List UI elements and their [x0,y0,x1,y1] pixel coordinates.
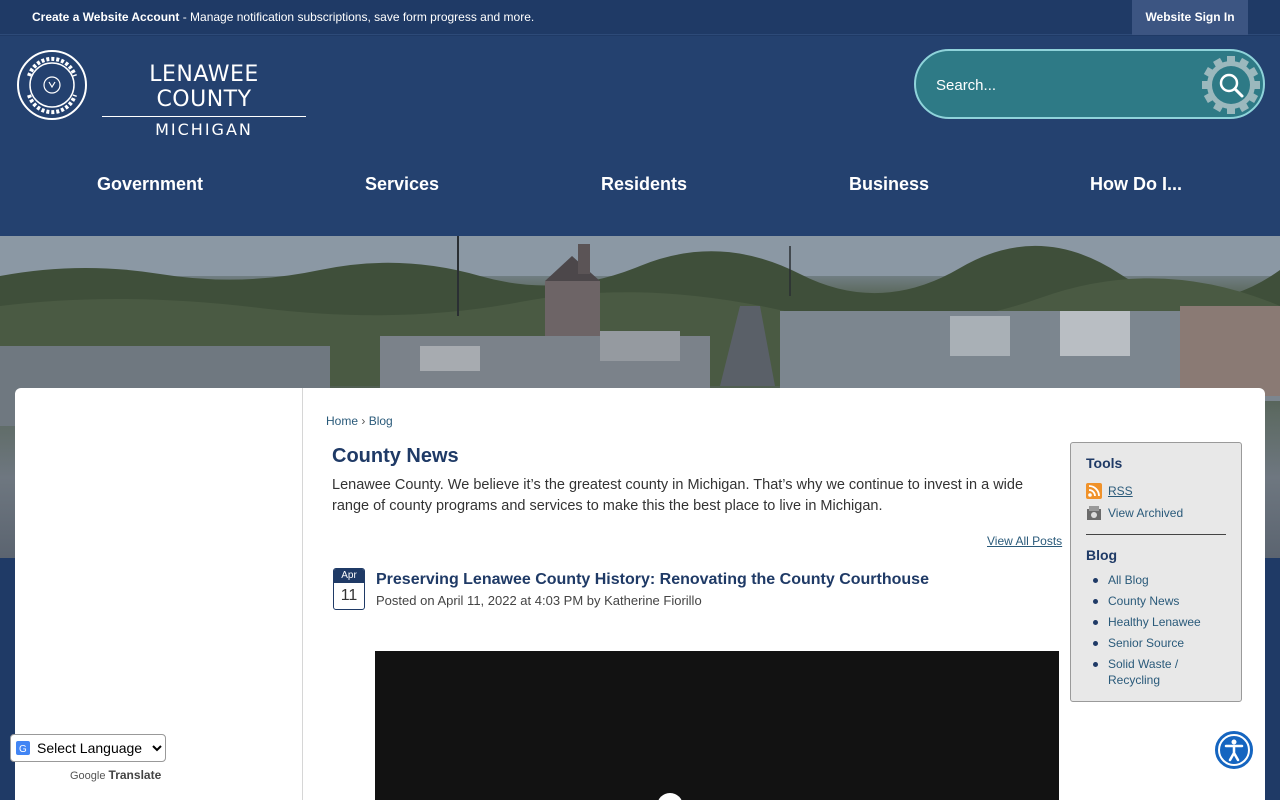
view-archived-link[interactable]: View Archived [1108,506,1183,520]
site-header: LENAWEE COUNTY MICHIGAN Search... Govern… [0,36,1280,236]
create-account-description: - Manage notification subscriptions, sav… [179,10,535,24]
archive-icon[interactable] [1086,505,1102,521]
nav-how-do-i[interactable]: How Do I... [1090,174,1182,195]
nav-government[interactable]: Government [97,174,203,195]
rss-icon[interactable] [1086,483,1102,499]
website-sign-in-button[interactable]: Website Sign In [1132,0,1248,35]
post-date-badge: Apr 11 [333,568,365,610]
logo-county-name: LENAWEE COUNTY [149,62,259,112]
nav-residents[interactable]: Residents [601,174,687,195]
blog-list: All Blog County News Healthy Lenawee Sen… [1093,572,1233,693]
nav-business[interactable]: Business [849,174,929,195]
language-select[interactable]: Select Language [10,734,166,762]
post-meta: Posted on April 11, 2022 at 4:03 PM by K… [376,593,702,608]
accessibility-button[interactable] [1213,729,1255,771]
top-utility-bar: Create a Website Account - Manage notifi… [0,0,1280,35]
county-seal-logo[interactable] [16,49,88,121]
post-title-link[interactable]: Preserving Lenawee County History: Renov… [376,571,929,589]
search-bar [914,49,1265,119]
breadcrumb-separator: › [361,414,366,428]
rss-link[interactable]: RSS [1108,484,1133,498]
search-icon[interactable] [1202,56,1260,114]
blog-link-solid-waste[interactable]: Solid Waste / Recycling [1093,656,1233,688]
powered-google: Google [70,770,106,782]
accessibility-icon [1218,734,1250,766]
nav-services[interactable]: Services [365,174,439,195]
main-content-card: Home › Blog County News Lenawee County. … [15,388,1265,800]
blog-link-county-news[interactable]: County News [1093,593,1233,609]
blog-link-all[interactable]: All Blog [1093,572,1233,588]
logo-divider [102,116,306,117]
main-navigation: Government Services Residents Business H… [0,164,1280,204]
logo-state-name: MICHIGAN [155,120,253,139]
google-translate-icon: G [16,741,30,755]
embedded-video-player[interactable] [375,651,1059,800]
view-all-posts-link[interactable]: View All Posts [987,534,1062,548]
create-account-link[interactable]: Create a Website Account [32,10,179,24]
post-date-day: 11 [340,587,358,604]
tools-panel: Tools RSS View Archived Blog All Blog Co… [1070,442,1242,702]
tools-heading: Tools [1086,455,1123,471]
search-input[interactable] [936,73,1196,97]
breadcrumb-blog[interactable]: Blog [369,414,393,428]
blog-link-healthy-lenawee[interactable]: Healthy Lenawee [1093,614,1233,630]
blog-heading: Blog [1086,547,1118,563]
county-wordmark[interactable]: LENAWEE COUNTY MICHIGAN [102,62,306,139]
breadcrumb-home[interactable]: Home [326,414,358,428]
translate-widget: G Select Language [10,734,166,762]
tools-divider [1086,534,1226,535]
blog-link-senior-source[interactable]: Senior Source [1093,635,1233,651]
breadcrumb: Home › Blog [326,414,393,428]
play-button-icon[interactable] [657,793,683,800]
powered-by-google-translate[interactable]: Google Translate [70,768,161,782]
svg-text:G: G [19,744,27,755]
powered-translate: Translate [108,768,162,782]
post-date-month: Apr [334,569,364,583]
account-message: Create a Website Account - Manage notifi… [32,10,534,24]
page-description: Lenawee County. We believe it’s the grea… [332,477,1024,514]
page-title: County News [332,445,459,467]
